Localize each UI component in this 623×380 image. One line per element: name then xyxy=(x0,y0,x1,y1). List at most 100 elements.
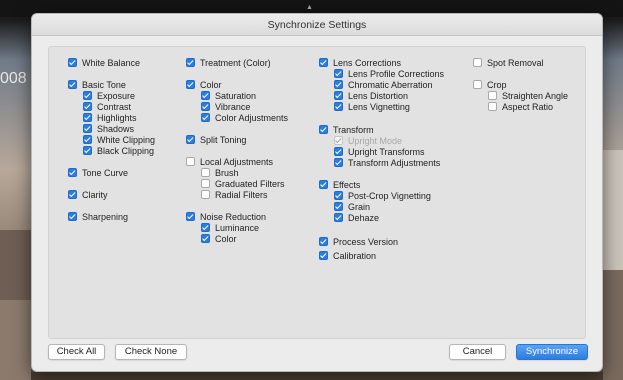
sync-option-straighten-angle[interactable]: Straighten Angle xyxy=(488,90,568,101)
check-all-button[interactable]: Check All xyxy=(48,344,105,360)
sync-option-color[interactable]: Color xyxy=(186,79,222,90)
panel-caret-icon[interactable]: ▲ xyxy=(306,4,313,11)
checkbox-checked-icon[interactable] xyxy=(186,58,195,67)
sync-option-white-balance[interactable]: White Balance xyxy=(68,57,140,68)
sync-option-label: Chromatic Aberration xyxy=(348,79,433,90)
sync-option-spot-removal[interactable]: Spot Removal xyxy=(473,57,544,68)
checkbox-checked-icon[interactable] xyxy=(334,69,343,78)
checkbox-unchecked-icon[interactable] xyxy=(201,179,210,188)
sync-option-brush[interactable]: Brush xyxy=(201,167,239,178)
sync-option-lens-corrections[interactable]: Lens Corrections xyxy=(319,57,401,68)
sync-option-clarity[interactable]: Clarity xyxy=(68,189,108,200)
checkbox-checked-icon[interactable] xyxy=(319,58,328,67)
sync-option-lens-vignetting[interactable]: Lens Vignetting xyxy=(334,101,410,112)
checkbox-checked-icon[interactable] xyxy=(334,202,343,211)
checkbox-checked-icon[interactable] xyxy=(201,223,210,232)
checkbox-unchecked-icon[interactable] xyxy=(186,157,195,166)
sync-option-upright-transforms[interactable]: Upright Transforms xyxy=(334,146,425,157)
sync-option-label: Color Adjustments xyxy=(215,112,289,123)
checkbox-checked-icon[interactable] xyxy=(334,147,343,156)
sync-option-label: Spot Removal xyxy=(487,57,544,68)
sync-option-white-clipping[interactable]: White Clipping xyxy=(83,134,155,145)
checkbox-checked-icon[interactable] xyxy=(201,102,210,111)
sync-option-label: White Clipping xyxy=(97,134,156,145)
check-none-button[interactable]: Check None xyxy=(115,344,187,360)
checkbox-unchecked-icon[interactable] xyxy=(473,58,482,67)
checkbox-checked-icon[interactable] xyxy=(186,135,195,144)
sync-option-graduated-filters[interactable]: Graduated Filters xyxy=(201,178,285,189)
synchronize-button[interactable]: Synchronize xyxy=(516,344,588,360)
sync-option-label: Exposure xyxy=(97,90,136,101)
sync-option-color[interactable]: Color xyxy=(201,233,237,244)
checkbox-checked-icon[interactable] xyxy=(334,91,343,100)
sync-option-transform[interactable]: Transform xyxy=(319,124,374,135)
checkbox-checked-icon[interactable] xyxy=(83,113,92,122)
sync-option-tone-curve[interactable]: Tone Curve xyxy=(68,167,128,178)
sync-option-black-clipping[interactable]: Black Clipping xyxy=(83,145,154,156)
sync-option-chromatic-aberration[interactable]: Chromatic Aberration xyxy=(334,79,433,90)
checkbox-checked-icon[interactable] xyxy=(201,113,210,122)
sync-option-local-adjustments[interactable]: Local Adjustments xyxy=(186,156,273,167)
sync-option-label: Upright Transforms xyxy=(348,146,425,157)
sync-option-split-toning[interactable]: Split Toning xyxy=(186,134,246,145)
cancel-button[interactable]: Cancel xyxy=(449,344,506,360)
sync-option-label: Tone Curve xyxy=(82,167,129,178)
sync-option-lens-profile-corrections[interactable]: Lens Profile Corrections xyxy=(334,68,444,79)
sync-option-vibrance[interactable]: Vibrance xyxy=(201,101,250,112)
checkbox-checked-icon[interactable] xyxy=(334,102,343,111)
sync-option-label: Lens Vignetting xyxy=(348,101,410,112)
checkbox-unchecked-icon[interactable] xyxy=(488,102,497,111)
checkbox-checked-icon[interactable] xyxy=(68,168,77,177)
sync-option-shadows[interactable]: Shadows xyxy=(83,123,134,134)
checkbox-checked-icon[interactable] xyxy=(334,213,343,222)
checkbox-checked-icon[interactable] xyxy=(201,234,210,243)
checkbox-checked-icon[interactable] xyxy=(68,80,77,89)
sync-option-lens-distortion[interactable]: Lens Distortion xyxy=(334,90,408,101)
checkbox-unchecked-icon[interactable] xyxy=(488,91,497,100)
checkbox-checked-icon[interactable] xyxy=(201,91,210,100)
sync-option-crop[interactable]: Crop xyxy=(473,79,507,90)
sync-option-calibration[interactable]: Calibration xyxy=(319,250,376,261)
sync-option-label: Luminance xyxy=(215,222,260,233)
sync-option-transform-adjustments[interactable]: Transform Adjustments xyxy=(334,157,440,168)
checkbox-unchecked-icon[interactable] xyxy=(201,168,210,177)
sync-option-aspect-ratio[interactable]: Aspect Ratio xyxy=(488,101,553,112)
checkbox-checked-icon[interactable] xyxy=(319,237,328,246)
sync-option-luminance[interactable]: Luminance xyxy=(201,222,259,233)
checkbox-checked-icon[interactable] xyxy=(319,251,328,260)
sync-option-dehaze[interactable]: Dehaze xyxy=(334,212,379,223)
checkbox-checked-icon[interactable] xyxy=(186,212,195,221)
sync-option-color-adjustments[interactable]: Color Adjustments xyxy=(201,112,288,123)
sync-option-contrast[interactable]: Contrast xyxy=(83,101,131,112)
sync-option-label: Highlights xyxy=(97,112,137,123)
checkbox-checked-icon[interactable] xyxy=(83,91,92,100)
checkbox-unchecked-icon[interactable] xyxy=(473,80,482,89)
sync-option-post-crop-vignetting[interactable]: Post-Crop Vignetting xyxy=(334,190,431,201)
sync-option-noise-reduction[interactable]: Noise Reduction xyxy=(186,211,266,222)
checkbox-checked-icon[interactable] xyxy=(83,124,92,133)
sync-option-effects[interactable]: Effects xyxy=(319,179,360,190)
checkbox-checked-icon[interactable] xyxy=(319,125,328,134)
sync-option-process-version[interactable]: Process Version xyxy=(319,236,398,247)
sync-option-sharpening[interactable]: Sharpening xyxy=(68,211,128,222)
checkbox-checked-icon[interactable] xyxy=(83,146,92,155)
sync-option-radial-filters[interactable]: Radial Filters xyxy=(201,189,268,200)
sync-option-saturation[interactable]: Saturation xyxy=(201,90,256,101)
checkbox-checked-icon[interactable] xyxy=(68,190,77,199)
sync-option-treatment-color[interactable]: Treatment (Color) xyxy=(186,57,271,68)
checkbox-checked-icon[interactable] xyxy=(319,180,328,189)
checkbox-checked-icon[interactable] xyxy=(186,80,195,89)
checkbox-checked-icon[interactable] xyxy=(334,158,343,167)
sync-option-upright-mode: Upright Mode xyxy=(334,135,402,146)
sync-option-basic-tone[interactable]: Basic Tone xyxy=(68,79,126,90)
checkbox-checked-icon[interactable] xyxy=(334,191,343,200)
sync-option-highlights[interactable]: Highlights xyxy=(83,112,137,123)
checkbox-checked-icon[interactable] xyxy=(83,102,92,111)
checkbox-unchecked-icon[interactable] xyxy=(201,190,210,199)
sync-option-grain[interactable]: Grain xyxy=(334,201,370,212)
checkbox-checked-icon[interactable] xyxy=(68,212,77,221)
checkbox-checked-icon[interactable] xyxy=(334,80,343,89)
checkbox-checked-icon[interactable] xyxy=(83,135,92,144)
sync-option-exposure[interactable]: Exposure xyxy=(83,90,135,101)
checkbox-checked-icon[interactable] xyxy=(68,58,77,67)
